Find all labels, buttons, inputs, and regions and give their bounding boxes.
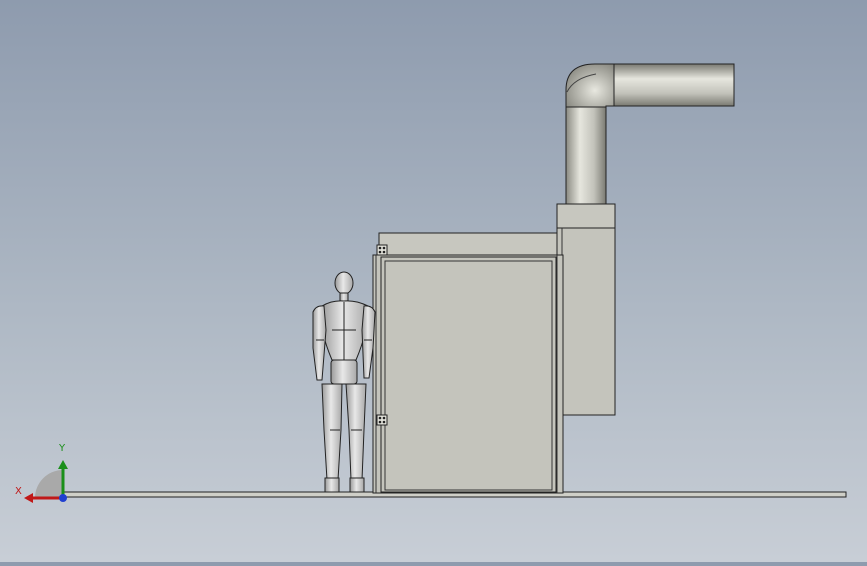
z-axis-dot <box>59 494 67 502</box>
door-hinge-bottom[interactable] <box>376 414 388 426</box>
y-axis-arrow-head <box>58 460 68 469</box>
human-figure[interactable] <box>312 271 376 493</box>
x-axis-label: X <box>15 486 22 497</box>
door-hinge-top[interactable] <box>376 244 388 256</box>
x-axis-arrow-head <box>24 493 33 503</box>
exhaust-duct[interactable] <box>565 63 735 205</box>
main-cabinet[interactable] <box>372 232 564 494</box>
model-view <box>24 63 847 503</box>
triad-plane-indicator <box>35 470 63 498</box>
ventilation-unit[interactable] <box>556 203 616 416</box>
coordinate-triad <box>24 460 68 503</box>
y-axis-label: Y <box>59 443 66 454</box>
cad-viewport[interactable]: Y X <box>0 0 867 562</box>
